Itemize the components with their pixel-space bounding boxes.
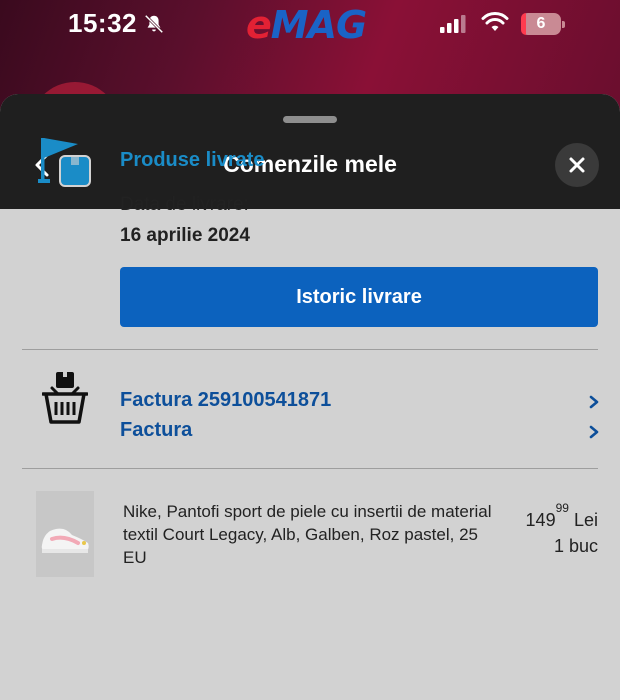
signal-icon	[440, 15, 466, 33]
product-image[interactable]	[36, 491, 94, 577]
close-button[interactable]	[555, 143, 599, 187]
chevron-right-icon[interactable]	[589, 425, 599, 439]
status-time: 15:32	[68, 8, 137, 38]
emag-logo: eMAG	[246, 3, 367, 47]
divider	[22, 468, 598, 469]
chevron-right-icon[interactable]	[589, 395, 599, 409]
delivery-date-label: Data de livrare:	[120, 194, 249, 215]
status-bar: 15:32 eMAG 6	[0, 0, 620, 50]
product-quantity: 1 buc	[553, 536, 598, 556]
price-cents: 99	[555, 501, 569, 515]
logo-mag: MAG	[270, 3, 367, 47]
price-main: 149	[525, 510, 556, 530]
product-name[interactable]: Nike, Pantofi sport de piele cu insertii…	[123, 500, 493, 569]
battery-level: 6	[536, 15, 546, 32]
product-price: 14999 Lei	[500, 501, 598, 531]
invoice-link-number[interactable]: Factura 259100541871	[120, 389, 331, 412]
bell-off-icon	[144, 14, 164, 34]
flag-package-icon	[38, 138, 91, 187]
divider	[22, 349, 598, 350]
logo-e: e	[246, 3, 272, 47]
delivery-status: Produse livrate	[120, 149, 265, 171]
close-icon	[569, 157, 585, 173]
wifi-icon	[481, 12, 509, 31]
basket-icon	[42, 372, 88, 424]
price-currency: Lei	[573, 510, 598, 530]
sheet-grabber[interactable]	[283, 116, 337, 123]
sneaker-image	[36, 491, 94, 577]
delivery-history-button[interactable]: Istoric livrare	[120, 267, 598, 327]
orders-sheet: Comenzile mele Produse livrate Data de l…	[0, 94, 620, 700]
battery-icon: 6	[521, 13, 565, 35]
delivery-date: 16 aprilie 2024	[120, 225, 250, 246]
invoice-link[interactable]: Factura	[120, 419, 192, 442]
